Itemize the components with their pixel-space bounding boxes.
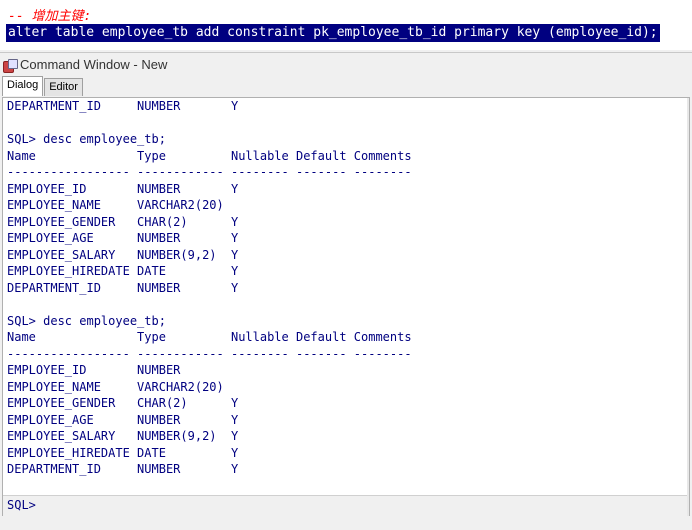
console-line: DEPARTMENT_ID NUMBER Y [7, 462, 239, 476]
tab-dialog[interactable]: Dialog [2, 76, 44, 96]
sql-editor-snippet[interactable]: -- 增加主键: alter table employee_tb add con… [0, 0, 692, 50]
console-line: EMPLOYEE_HIREDATE DATE Y [7, 445, 239, 460]
console-line: EMPLOYEE_ID NUMBER [7, 363, 181, 377]
tab-bar: Dialog Editor [0, 76, 692, 96]
command-window-icon [2, 58, 18, 73]
console-line: EMPLOYEE_NAME VARCHAR2(20) [7, 379, 224, 394]
command-input-area[interactable]: SQL> [3, 495, 689, 516]
console-output[interactable]: DEPARTMENT_ID NUMBER Y SQL> desc employee… [2, 97, 690, 517]
tab-editor[interactable]: Editor [44, 78, 83, 96]
console-line: EMPLOYEE_ID NUMBER Y [7, 181, 239, 196]
console-line: DEPARTMENT_ID NUMBER Y [7, 99, 239, 113]
status-bar [0, 516, 692, 530]
console-line: EMPLOYEE_SALARY NUMBER(9,2) Y [7, 429, 239, 443]
console-line: EMPLOYEE_GENDER CHAR(2) Y [7, 396, 239, 410]
console-line: Name Type Nullable Default Comments [7, 330, 412, 344]
sql-comment: -- 增加主键: [8, 9, 92, 24]
console-line: SQL> desc employee_tb; [7, 313, 166, 328]
console-line: EMPLOYEE_HIREDATE DATE Y [7, 264, 239, 278]
console-line: ----------------- ------------ -------- … [7, 165, 412, 179]
console-line: Name Type Nullable Default Comments [7, 148, 412, 163]
console-line: EMPLOYEE_AGE NUMBER Y [7, 412, 239, 427]
console-line: EMPLOYEE_GENDER CHAR(2) Y [7, 214, 239, 229]
console-line: SQL> desc employee_tb; [7, 132, 166, 146]
selected-sql-statement[interactable]: alter table employee_tb add constraint p… [6, 24, 660, 42]
console-lines: DEPARTMENT_ID NUMBER Y SQL> desc employee… [7, 98, 412, 478]
console-line: EMPLOYEE_AGE NUMBER Y [7, 231, 239, 245]
scrollbar[interactable] [687, 98, 689, 516]
command-window: Command Window - New Dialog Editor DEPAR… [0, 52, 692, 530]
sql-prompt[interactable]: SQL> [7, 497, 36, 514]
console-line: ----------------- ------------ -------- … [7, 346, 412, 361]
console-line: EMPLOYEE_SALARY NUMBER(9,2) Y [7, 247, 239, 262]
console-line: EMPLOYEE_NAME VARCHAR2(20) [7, 198, 224, 212]
window-title: Command Window - New [20, 57, 168, 72]
window-titlebar[interactable]: Command Window - New [0, 53, 692, 77]
console-line: DEPARTMENT_ID NUMBER Y [7, 280, 239, 295]
